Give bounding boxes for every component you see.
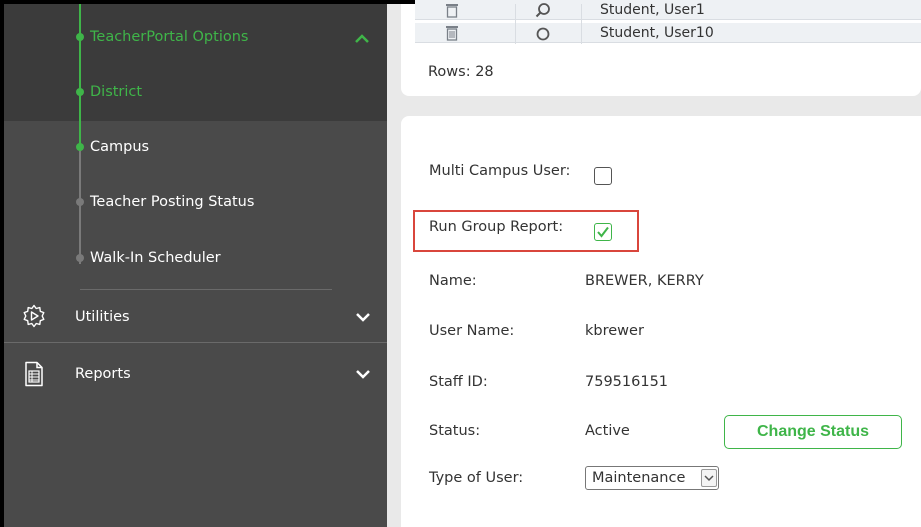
sidebar-item-utilities[interactable]: Utilities (4, 297, 387, 337)
type-of-user-label: Type of User: (429, 470, 524, 486)
trash-icon[interactable] (445, 2, 459, 18)
tree-node-dot (76, 254, 84, 262)
tree-node-dot (76, 198, 84, 206)
username-label: User Name: (429, 323, 515, 339)
sidebar-item-district[interactable]: District (76, 81, 143, 103)
tree-node-dot (76, 143, 84, 151)
column-divider (515, 4, 516, 44)
tree-node-dot (76, 33, 84, 41)
checkmark-icon (597, 226, 609, 238)
sidebar-options-section (4, 4, 387, 121)
window-frame: TeacherPortal Options District Campus Te… (0, 0, 921, 527)
chevron-down-icon (704, 475, 714, 482)
multi-campus-checkbox[interactable] (594, 167, 612, 185)
type-of-user-value: Maintenance (592, 470, 686, 486)
username-value: kbrewer (585, 323, 644, 339)
search-icon[interactable] (535, 25, 551, 41)
sidebar-item-teacherportal-options[interactable]: TeacherPortal Options (76, 26, 249, 48)
type-of-user-select[interactable]: Maintenance (585, 466, 719, 490)
user-details-card: Multi Campus User: Run Group Report: Nam… (401, 116, 921, 527)
sidebar: TeacherPortal Options District Campus Te… (4, 4, 387, 527)
sidebar-item-campus[interactable]: Campus (76, 136, 150, 158)
table-row[interactable]: Student, User10 (415, 23, 921, 43)
column-divider (581, 4, 582, 44)
chevron-up-icon[interactable] (354, 31, 370, 47)
run-group-report-label: Run Group Report: (429, 219, 564, 235)
sidebar-item-reports[interactable]: Reports (4, 354, 387, 394)
change-status-button[interactable]: Change Status (724, 415, 902, 449)
status-label: Status: (429, 423, 481, 439)
status-value: Active (585, 423, 630, 439)
chevron-down-icon[interactable] (355, 309, 371, 325)
divider (80, 289, 332, 290)
tree-node-dot (76, 88, 84, 96)
student-name: Student, User1 (600, 1, 705, 18)
sidebar-item-label: Reports (75, 366, 131, 382)
sidebar-item-label: Teacher Posting Status (90, 194, 255, 210)
sidebar-item-label: Campus (90, 139, 150, 155)
chevron-down-icon[interactable] (355, 366, 371, 382)
staff-id-value: 759516151 (585, 374, 669, 390)
divider (4, 342, 387, 343)
multi-campus-label: Multi Campus User: (429, 163, 571, 179)
sidebar-item-walk-in-scheduler[interactable]: Walk-In Scheduler (76, 247, 221, 269)
table-row[interactable]: Student, User1 (415, 0, 921, 20)
staff-id-label: Staff ID: (429, 374, 488, 390)
search-icon[interactable] (535, 2, 551, 18)
student-name: Student, User10 (600, 24, 714, 41)
sidebar-item-label: Utilities (75, 309, 130, 325)
name-label: Name: (429, 273, 477, 289)
rows-count: Rows: 28 (428, 64, 494, 80)
document-icon (25, 361, 43, 387)
sidebar-item-label: Walk-In Scheduler (90, 250, 221, 266)
trash-icon[interactable] (445, 25, 459, 41)
sidebar-item-label: TeacherPortal Options (90, 29, 249, 45)
dropdown-arrow[interactable] (701, 469, 717, 487)
user-table-card: Student, User1 Student, User10 Rows: 28 (401, 0, 921, 96)
main-content: Student, User1 Student, User10 Rows: 28 (387, 0, 921, 527)
run-group-report-checkbox[interactable] (594, 223, 612, 241)
name-value: BREWER, KERRY (585, 273, 704, 289)
sidebar-item-teacher-posting-status[interactable]: Teacher Posting Status (76, 191, 255, 213)
sidebar-item-label: District (90, 84, 143, 100)
gear-play-icon (23, 304, 45, 328)
